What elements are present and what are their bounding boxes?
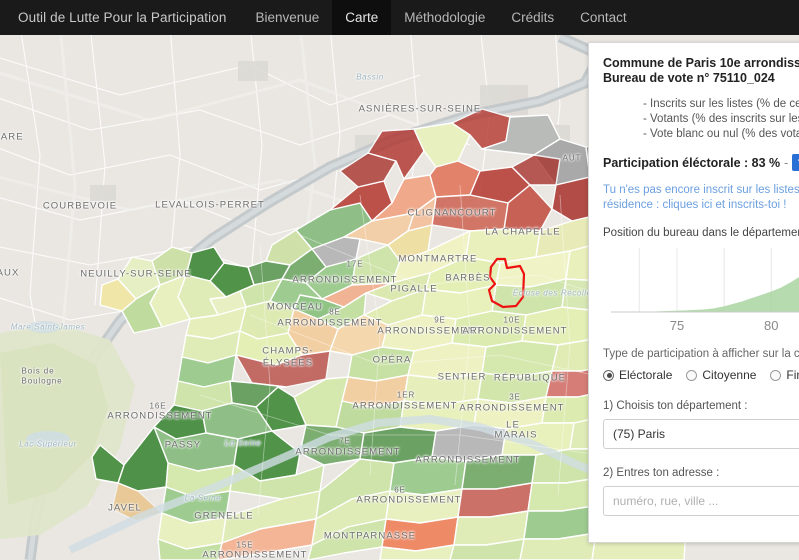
nav-item-bienvenue[interactable]: Bienvenue	[242, 0, 332, 35]
participation-row: Participation éléctorale : 83 % - ?	[603, 154, 799, 171]
nav-item-credits[interactable]: Crédits	[498, 0, 567, 35]
panel-title-bureau: Bureau de vote n° 75110_024	[603, 71, 799, 86]
panel-stats-list: - Inscrits sur les listes (% de ceux aya…	[603, 97, 799, 142]
radio-citoyenne[interactable]: Citoyenne	[686, 368, 756, 382]
participation-type-radios: Eléctorale Citoyenne Finale	[603, 368, 799, 382]
question-icon[interactable]: ?	[792, 154, 799, 171]
participation-dash: -	[784, 156, 788, 170]
stat-inscrits: - Inscrits sur les listes (% de ceux aya…	[643, 97, 799, 112]
radio-label-finale: Finale	[786, 368, 799, 382]
radio-dot-electorale[interactable]	[603, 370, 614, 381]
panel-title-commune: Commune de Paris 10e arrondissement	[603, 56, 799, 71]
nav-item-methodologie[interactable]: Méthodologie	[391, 0, 498, 35]
adresse-input[interactable]	[603, 486, 799, 516]
chart-x-tick-labels: 75 80	[670, 318, 779, 333]
nav-item-carte[interactable]: Carte	[332, 0, 391, 35]
nav-item-contact[interactable]: Contact	[567, 0, 640, 35]
panel-title: Commune de Paris 10e arrondissement Bure…	[603, 56, 799, 86]
top-navbar: Outil de Lutte Pour la Participation Bie…	[0, 0, 799, 35]
radio-finale[interactable]: Finale	[770, 368, 799, 382]
departement-select[interactable]	[603, 419, 799, 449]
radio-dot-finale[interactable]	[770, 370, 781, 381]
position-distribution-chart: 75 80	[603, 244, 799, 336]
participation-type-label: Type de participation à afficher sur la …	[603, 348, 799, 360]
radio-label-electorale: Eléctorale	[619, 368, 672, 382]
form-spacer	[603, 449, 799, 467]
radio-electorale[interactable]: Eléctorale	[603, 368, 672, 382]
app-root: Outil de Lutte Pour la Participation Bie…	[0, 0, 799, 560]
stat-votants: - Votants (% des inscrits sur les listes…	[643, 112, 799, 127]
departement-label: 1) Choisis ton département :	[603, 400, 799, 412]
site-brand[interactable]: Outil de Lutte Pour la Participation	[0, 0, 242, 35]
radio-label-citoyenne: Citoyenne	[702, 368, 756, 382]
chart-svg: 75 80	[603, 244, 799, 336]
inscription-link-line1: Tu n'es pas encore inscrit sur les liste…	[603, 183, 799, 198]
inscription-link[interactable]: Tu n'es pas encore inscrit sur les liste…	[603, 183, 799, 213]
radio-dot-citoyenne[interactable]	[686, 370, 697, 381]
chart-x-tick: 80	[764, 318, 778, 333]
stat-blanc-nul: - Vote blanc ou nul (% des votants) : 3 …	[643, 127, 799, 142]
inscription-link-line2: résidence : cliques ici et inscrits-toi …	[603, 198, 799, 213]
info-panel: Commune de Paris 10e arrondissement Bure…	[588, 42, 799, 543]
participation-label: Participation éléctorale : 83 %	[603, 156, 780, 170]
adresse-label: 2) Entres ton adresse :	[603, 467, 799, 479]
chart-label-row: Position du bureau dans le département :…	[603, 226, 799, 240]
chart-x-tick: 75	[670, 318, 684, 333]
chart-label: Position du bureau dans le département :	[603, 227, 799, 239]
nav-items: Bienvenue Carte Méthodologie Crédits Con…	[242, 0, 639, 35]
